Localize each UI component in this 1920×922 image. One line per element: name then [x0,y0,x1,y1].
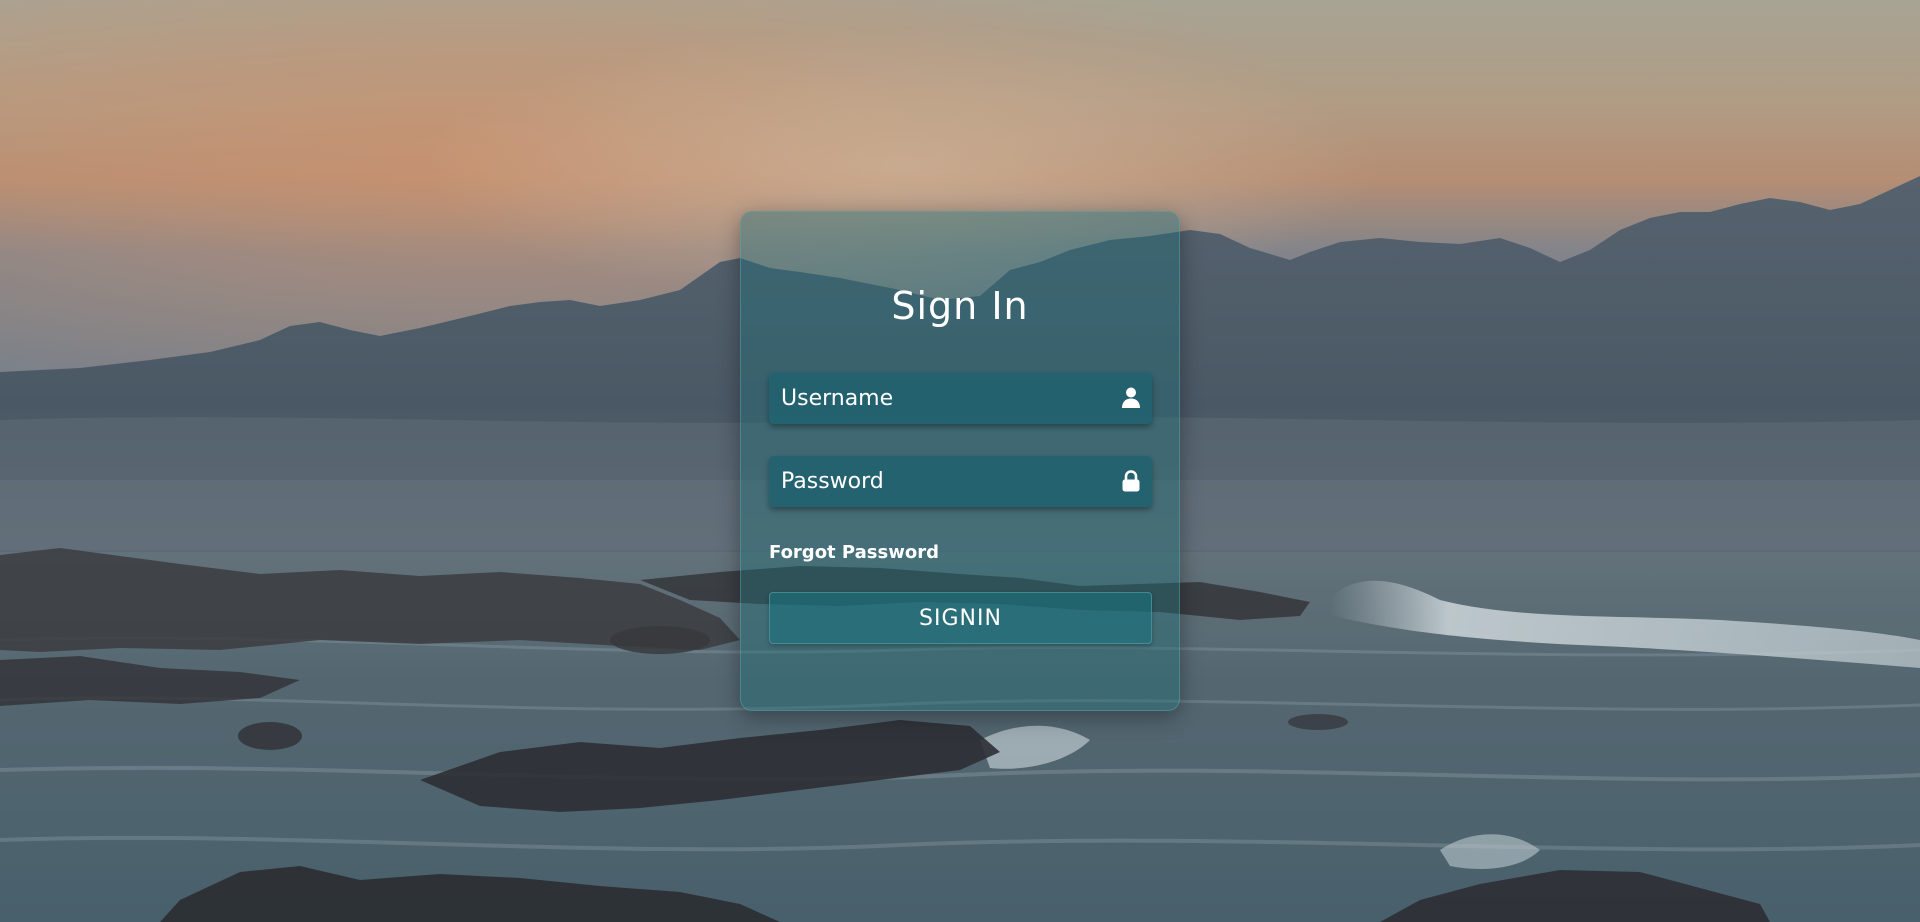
password-field [769,456,1152,507]
forgot-password-link[interactable]: Forgot Password [769,541,939,565]
password-input[interactable] [769,456,1099,507]
username-input[interactable] [769,373,1099,424]
lock-icon [1122,470,1140,492]
page-title: Sign In [891,284,1029,328]
user-icon [1122,387,1140,408]
signin-button[interactable]: SIGNIN [769,592,1152,644]
login-card: Sign In Forgot Password SIGNIN [740,211,1180,711]
username-field [769,373,1152,424]
